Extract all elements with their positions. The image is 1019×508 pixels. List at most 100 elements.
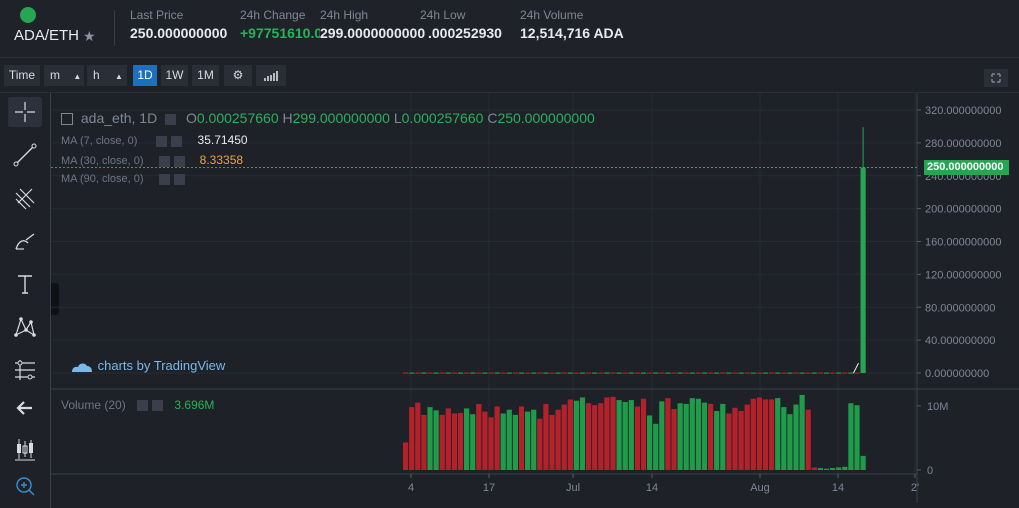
fib-retracement-icon[interactable]: [8, 355, 42, 385]
volume-bar: [598, 403, 604, 470]
hour-dropdown[interactable]: h ▲: [87, 65, 127, 86]
volume-bar: [830, 468, 836, 470]
price-candle: [762, 372, 769, 374]
ma90-legend: MA (90, close, 0): [61, 173, 185, 185]
volume-bar: [464, 408, 470, 470]
price-candle: [403, 372, 409, 374]
volume-bar: [671, 409, 677, 470]
minute-dropdown[interactable]: m ▲: [44, 65, 84, 86]
price-candle: [769, 372, 775, 374]
volume-bar: [756, 397, 762, 470]
price-candle: [433, 372, 439, 374]
close-value: 250.000000000: [497, 110, 595, 126]
interval-1d-button[interactable]: 1D: [133, 65, 157, 86]
price-candle: [610, 372, 616, 374]
time-tick-label: Aug: [750, 482, 770, 494]
settings-gear-icon[interactable]: [156, 135, 168, 147]
price-tick-label: 0.000000000: [925, 368, 989, 380]
trendline-icon[interactable]: [8, 140, 42, 170]
settings-gear-icon[interactable]: [158, 155, 170, 167]
caret-up-icon: ▲: [115, 72, 123, 81]
price-candle: [671, 372, 677, 374]
volume-bar: [738, 410, 744, 470]
price-candle: [451, 372, 457, 374]
close-icon[interactable]: [152, 400, 164, 412]
price-candle: [805, 372, 811, 374]
candles-icon[interactable]: [8, 434, 42, 464]
price-tick-label: 120.000000000: [925, 269, 1001, 281]
close-icon[interactable]: [173, 155, 185, 167]
volume-bar: [811, 467, 817, 470]
price-candle: [518, 372, 525, 374]
fullscreen-icon[interactable]: [984, 69, 1008, 87]
settings-gear-icon[interactable]: [137, 400, 149, 412]
volume-bars: [403, 394, 866, 470]
volume-legend-label: Volume (20): [61, 398, 126, 412]
volume-bar: [439, 414, 445, 470]
settings-gear-icon[interactable]: [158, 173, 170, 185]
time-button[interactable]: Time: [4, 65, 40, 86]
close-icon[interactable]: [171, 135, 183, 147]
price-candle: [439, 372, 445, 374]
volume-bar: [500, 413, 506, 470]
high-key: H: [282, 110, 293, 126]
volume-bar: [732, 407, 738, 470]
price-candle: [708, 372, 714, 374]
close-key: C: [487, 110, 498, 126]
volume-bar: [683, 403, 689, 470]
back-arrow-icon[interactable]: [8, 393, 42, 423]
tradingview-watermark[interactable]: charts by TradingView: [70, 358, 225, 374]
volume-bar: [634, 406, 640, 470]
tradingview-logo-icon: [72, 363, 92, 372]
volume-bar: [854, 405, 860, 470]
pitchfork-icon[interactable]: [8, 183, 42, 213]
price-candle: [549, 372, 555, 374]
volume-bar: [677, 403, 683, 470]
volume-bar: [592, 405, 598, 470]
price-candle: [500, 372, 506, 374]
price-candle: [634, 372, 640, 374]
volume-bar: [573, 400, 579, 470]
text-tool-icon[interactable]: [8, 269, 42, 299]
low-key: L: [393, 110, 402, 126]
price-candle: [579, 372, 586, 374]
settings-gear-icon[interactable]: ⚙: [224, 65, 252, 86]
price-candle: [573, 372, 579, 374]
ma30-legend: MA (30, close, 0) 8.33358: [61, 153, 243, 167]
volume-bar: [610, 396, 616, 470]
interval-1m-button[interactable]: 1M: [192, 65, 219, 86]
volume-bar: [427, 407, 433, 470]
price-candle: [787, 372, 793, 374]
price-candle: [775, 372, 781, 374]
brush-icon[interactable]: [8, 226, 42, 256]
minute-label: m: [50, 68, 60, 82]
indicators-icon[interactable]: [256, 65, 286, 86]
price-candle: [665, 372, 671, 374]
interval-1w-button[interactable]: 1W: [161, 65, 188, 86]
collapse-legend-icon[interactable]: [61, 113, 73, 126]
volume-bar: [701, 402, 708, 470]
hour-label: h: [93, 68, 100, 82]
price-candle: [506, 372, 512, 374]
price-candle: [415, 372, 421, 374]
volume-bar: [842, 466, 848, 470]
crosshair-icon[interactable]: [8, 97, 42, 127]
settings-gear-icon[interactable]: [165, 113, 177, 125]
volume-bar: [555, 409, 561, 470]
volume-bar: [506, 409, 512, 470]
zoom-icon[interactable]: [8, 471, 42, 501]
price-candle: [659, 372, 665, 374]
volume-label: 24h Volume: [520, 8, 584, 22]
ma30-label: MA (30, close, 0): [61, 155, 144, 167]
time-tick-label: 4: [408, 482, 414, 494]
volume-bar: [744, 404, 750, 470]
price-candle: [647, 372, 653, 374]
close-icon[interactable]: [173, 173, 185, 185]
pattern-icon[interactable]: [8, 312, 42, 342]
price-candle: [732, 372, 738, 374]
volume-bar: [775, 398, 781, 470]
volume-bar: [476, 403, 482, 470]
favorite-star-icon[interactable]: ★: [83, 28, 96, 45]
pair-name[interactable]: ADA/ETH: [14, 27, 79, 44]
price-candle: [793, 372, 799, 374]
